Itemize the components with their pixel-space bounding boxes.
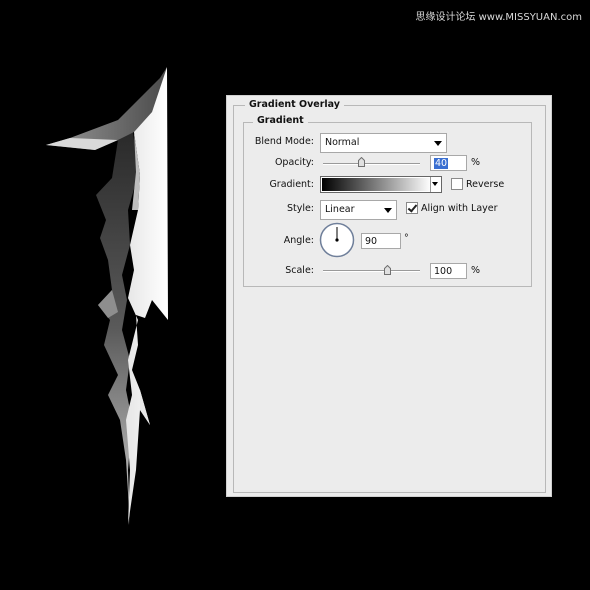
- scale-value: 100: [434, 266, 453, 277]
- section-title: Gradient Overlay: [245, 99, 344, 110]
- scale-label: Scale:: [285, 265, 314, 276]
- blend-mode-label: Blend Mode:: [254, 136, 314, 147]
- group-title: Gradient: [253, 115, 308, 126]
- opacity-value: 40: [434, 158, 449, 169]
- chevron-down-icon: [384, 208, 392, 213]
- angle-value: 90: [365, 236, 378, 247]
- scale-slider-thumb[interactable]: [384, 265, 392, 275]
- blend-mode-select[interactable]: Normal: [320, 133, 447, 153]
- opacity-slider-track[interactable]: [323, 163, 420, 165]
- chevron-down-icon: [432, 182, 438, 186]
- style-select[interactable]: Linear: [320, 200, 397, 220]
- opacity-label: Opacity:: [274, 157, 314, 168]
- align-with-layer-label: Align with Layer: [421, 203, 498, 214]
- gradient-label: Gradient:: [269, 179, 314, 190]
- scale-input[interactable]: 100: [430, 263, 467, 279]
- opacity-input[interactable]: 40: [430, 155, 467, 171]
- blend-mode-value: Normal: [325, 137, 360, 148]
- style-value: Linear: [325, 204, 355, 215]
- angle-dial[interactable]: [319, 222, 355, 258]
- layer-style-panel: Gradient Overlay Gradient: [226, 95, 552, 497]
- reverse-label: Reverse: [466, 179, 505, 190]
- angle-input[interactable]: 90: [361, 233, 401, 249]
- reverse-checkbox[interactable]: [451, 178, 463, 190]
- gradient-swatch[interactable]: [322, 178, 431, 191]
- angle-unit: °: [404, 233, 409, 244]
- opacity-slider-thumb[interactable]: [358, 157, 366, 167]
- style-label: Style:: [286, 203, 314, 214]
- opacity-unit: %: [471, 157, 481, 168]
- angle-label: Angle:: [283, 235, 314, 246]
- scale-unit: %: [471, 265, 481, 276]
- gradient-picker[interactable]: [320, 176, 442, 193]
- align-with-layer-checkbox[interactable]: [406, 202, 418, 214]
- chevron-down-icon: [434, 141, 442, 146]
- scale-slider-track[interactable]: [323, 270, 420, 272]
- gradient-dropdown-button[interactable]: [430, 177, 441, 192]
